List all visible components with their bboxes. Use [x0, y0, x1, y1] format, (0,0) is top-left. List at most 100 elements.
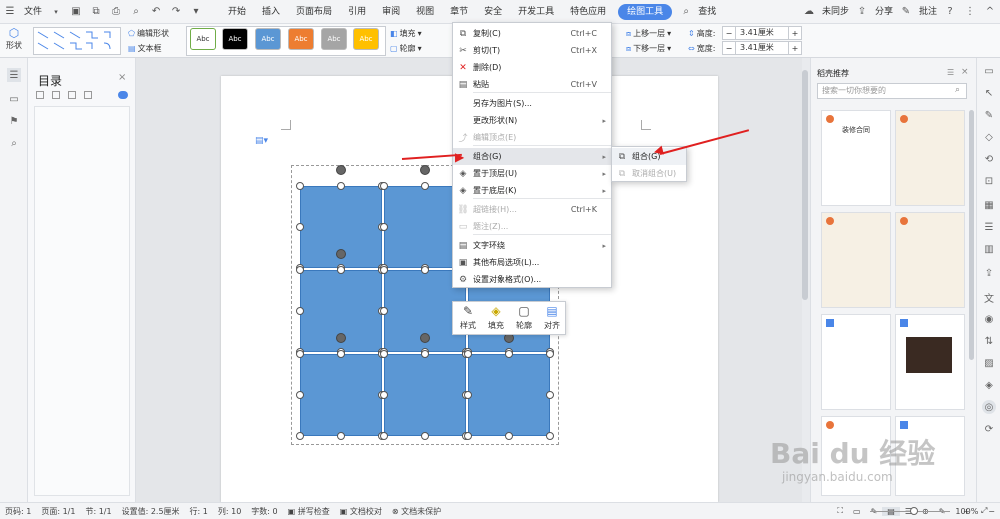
- image-icon[interactable]: ▨: [982, 356, 996, 370]
- height-decrease[interactable]: −: [723, 29, 735, 38]
- close-icon[interactable]: ×: [118, 72, 126, 83]
- share-icon[interactable]: ⇪: [982, 266, 996, 280]
- template-thumb[interactable]: [821, 212, 891, 308]
- style-blue[interactable]: Abc: [255, 28, 281, 50]
- align-button[interactable]: ▤ 对齐: [539, 304, 565, 334]
- resize-handle[interactable]: [337, 432, 345, 440]
- tab-features[interactable]: 特色应用: [562, 0, 614, 24]
- height-stepper[interactable]: − 3.41厘米 +: [722, 26, 802, 40]
- ai-icon[interactable]: [118, 91, 128, 99]
- style-orange[interactable]: Abc: [288, 28, 314, 50]
- resize-handle[interactable]: [421, 350, 429, 358]
- spell-check-button[interactable]: ▣ 拼写检查: [283, 506, 335, 517]
- expand-all-icon[interactable]: [36, 91, 44, 99]
- style-yellow[interactable]: Abc: [353, 28, 379, 50]
- close-icon[interactable]: ×: [961, 67, 969, 77]
- resize-handle[interactable]: [296, 266, 304, 274]
- paragraph-icon[interactable]: ▤▾: [255, 136, 268, 146]
- panel-menu-icon[interactable]: ☰: [947, 68, 954, 77]
- proofread-button[interactable]: ▣ 文档校对: [335, 506, 387, 517]
- collapse-all-icon[interactable]: [52, 91, 60, 99]
- chart-icon[interactable]: ▥: [982, 242, 996, 256]
- sort-icon[interactable]: ⇅: [982, 334, 996, 348]
- resize-handle[interactable]: [505, 350, 513, 358]
- tab-review[interactable]: 审阅: [374, 0, 408, 24]
- stamp-icon[interactable]: ◈: [982, 378, 996, 392]
- zoom-handle[interactable]: [910, 507, 918, 515]
- template-thumb[interactable]: [895, 212, 965, 308]
- resize-handle[interactable]: [296, 350, 304, 358]
- style-button[interactable]: ✎ 样式: [455, 304, 481, 334]
- resize-handle[interactable]: [296, 182, 304, 190]
- preview-icon[interactable]: ⌕: [129, 5, 143, 19]
- resize-handle[interactable]: [464, 432, 472, 440]
- resize-handle[interactable]: [337, 266, 345, 274]
- more-options-icon[interactable]: ⋮: [963, 5, 977, 19]
- width-increase[interactable]: +: [789, 44, 801, 53]
- resize-handle[interactable]: [380, 350, 388, 358]
- square-shape[interactable]: [384, 354, 466, 436]
- style-white[interactable]: Abc: [190, 28, 216, 50]
- file-menu[interactable]: 文件: [20, 0, 46, 24]
- toc-icon[interactable]: ☰: [7, 68, 21, 82]
- format-object-menu-item[interactable]: ⚙ 设置对象格式(O)...: [453, 271, 611, 288]
- save-as-image-menu-item[interactable]: 另存为图片(S)...: [453, 95, 611, 112]
- width-input[interactable]: 3.41厘米: [735, 42, 789, 54]
- resize-handle[interactable]: [380, 307, 388, 315]
- tab-developer[interactable]: 开发工具: [510, 0, 562, 24]
- cut-menu-item[interactable]: ✂ 剪切(T) Ctrl+X: [453, 42, 611, 59]
- resize-handle[interactable]: [337, 350, 345, 358]
- outline-view-icon[interactable]: ☰: [982, 220, 996, 234]
- shapes-icon[interactable]: ◇: [982, 130, 996, 144]
- style-black[interactable]: Abc: [222, 28, 248, 50]
- status-words[interactable]: 字数: 0: [246, 506, 282, 517]
- export-icon[interactable]: ⧉: [89, 5, 103, 19]
- level-icon[interactable]: [68, 91, 76, 99]
- width-stepper[interactable]: − 3.41厘米 +: [722, 41, 802, 55]
- save-icon[interactable]: ▣: [69, 5, 83, 19]
- change-shape-menu-item[interactable]: 更改形状(N) ▸: [453, 112, 611, 129]
- edit-points-menu-item[interactable]: ⤴ 编辑顶点(E): [453, 129, 611, 146]
- resize-handle[interactable]: [380, 432, 388, 440]
- zoom-in-icon[interactable]: +: [958, 507, 975, 516]
- location-icon[interactable]: ◉: [982, 312, 996, 326]
- resize-handle[interactable]: [464, 391, 472, 399]
- up-layer-button[interactable]: ⧈ 上移一层 ▾: [626, 28, 671, 39]
- help-icon[interactable]: ?: [943, 5, 957, 19]
- crop-icon[interactable]: ⊡: [982, 174, 996, 188]
- bring-to-front-menu-item[interactable]: ◈ 置于顶层(U) ▸: [453, 165, 611, 182]
- template-thumb[interactable]: [821, 314, 891, 410]
- table-icon[interactable]: ▦: [982, 198, 996, 212]
- resize-handle[interactable]: [380, 182, 388, 190]
- tab-layout[interactable]: 页面布局: [288, 0, 340, 24]
- square-shape[interactable]: [468, 354, 550, 436]
- ungroup-item[interactable]: ⧉ 取消组合(U): [612, 165, 686, 182]
- square-shape[interactable]: [300, 354, 382, 436]
- tab-home[interactable]: 开始: [220, 0, 254, 24]
- shape-gallery[interactable]: [33, 27, 121, 55]
- delete-menu-item[interactable]: ✕ 删除(D): [453, 59, 611, 76]
- template-thumb[interactable]: [895, 314, 965, 410]
- tab-insert[interactable]: 插入: [254, 0, 288, 24]
- outline-button[interactable]: ▢ 轮廓: [511, 304, 537, 334]
- resize-handle[interactable]: [546, 391, 554, 399]
- history-icon[interactable]: ⟳: [982, 422, 996, 436]
- resize-handle[interactable]: [505, 432, 513, 440]
- text-wrap-menu-item[interactable]: ▤ 文字环绕 ▸: [453, 237, 611, 254]
- width-decrease[interactable]: −: [723, 44, 735, 53]
- translate-icon[interactable]: 文: [982, 290, 996, 305]
- resize-handle[interactable]: [296, 223, 304, 231]
- resize-handle[interactable]: [380, 223, 388, 231]
- fill-button[interactable]: ◧ 填充 ▾: [390, 28, 422, 39]
- resize-handle[interactable]: [546, 432, 554, 440]
- page-icon[interactable]: ▭: [7, 92, 21, 106]
- restore-icon[interactable]: ▭: [982, 64, 996, 78]
- copy-menu-item[interactable]: ⧉ 复制(C) Ctrl+C: [453, 25, 611, 42]
- level-icon[interactable]: [84, 91, 92, 99]
- fit-icon[interactable]: ⤢: [976, 506, 992, 516]
- protect-button[interactable]: ⊗ 文档未保护: [387, 506, 446, 517]
- sync-button[interactable]: 未同步: [819, 0, 852, 24]
- resize-handle[interactable]: [380, 266, 388, 274]
- resize-handle[interactable]: [296, 432, 304, 440]
- hamburger-icon[interactable]: ☰: [3, 5, 17, 19]
